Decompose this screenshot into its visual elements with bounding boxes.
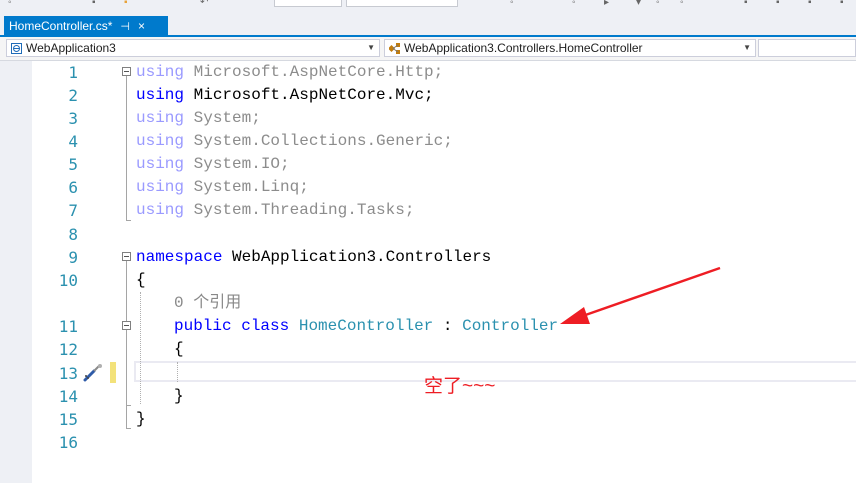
project-name: WebApplication3	[26, 41, 116, 55]
code-line: {	[174, 340, 184, 358]
line-number: 1	[68, 63, 78, 82]
member-dropdown[interactable]	[758, 39, 856, 57]
toolbar-icon[interactable]: ▪	[744, 0, 748, 8]
line-number: 7	[68, 201, 78, 220]
toolbar-icon[interactable]: ▪	[840, 0, 844, 8]
outline-end	[126, 428, 131, 429]
toolbar-dropdown[interactable]	[274, 0, 342, 7]
line-number: 6	[68, 178, 78, 197]
close-icon[interactable]: ×	[138, 19, 145, 33]
toolbar-icon[interactable]: ◦	[572, 0, 576, 8]
toolbar-icon[interactable]: ▾	[636, 0, 641, 8]
line-number: 13	[58, 364, 78, 383]
collapse-icon[interactable]	[122, 67, 131, 76]
line-number: 15	[58, 410, 78, 429]
toolbar-icon[interactable]: ▪	[124, 0, 128, 8]
line-number: 9	[68, 248, 78, 267]
line-number: 8	[68, 225, 78, 244]
toolbar-dropdown[interactable]	[346, 0, 458, 7]
code-line: using System.Threading.Tasks;	[136, 201, 415, 219]
line-number: 3	[68, 109, 78, 128]
toolbar-icon[interactable]: ▪	[776, 0, 780, 8]
class-icon	[387, 42, 400, 54]
toolbar-icon[interactable]: ▪	[92, 0, 96, 8]
indent-guide	[177, 362, 178, 382]
outline-end	[126, 220, 131, 221]
code-line: using Microsoft.AspNetCore.Http;	[136, 63, 444, 81]
toolbar-icon[interactable]: ▪	[808, 0, 812, 8]
line-number: 11	[58, 317, 78, 336]
annotation-text: 空了~~~	[424, 376, 496, 397]
line-number: 5	[68, 155, 78, 174]
class-name: WebApplication3.Controllers.HomeControll…	[404, 41, 643, 55]
code-line: public class HomeController : Controller	[174, 317, 559, 335]
toolbar-icon[interactable]: ▸	[604, 0, 609, 8]
toolbar-icon[interactable]: ◦	[680, 0, 684, 8]
outline-end	[126, 405, 131, 406]
top-toolbar: ◦ ▪ ▪ ↶ ◦ ◦ ▸ ▾ ◦ ◦ ▪ ▪ ▪ ▪	[0, 0, 856, 15]
line-number: 4	[68, 132, 78, 151]
line-number: 16	[58, 433, 78, 452]
code-line: using System;	[136, 109, 261, 127]
code-line: {	[136, 271, 146, 289]
code-line: using Microsoft.AspNetCore.Mvc;	[136, 86, 434, 104]
project-dropdown[interactable]: WebApplication3 ▼	[6, 39, 380, 57]
pin-icon[interactable]: ⊣	[120, 20, 130, 33]
toolbar-icon[interactable]: ◦	[656, 0, 660, 8]
references-codelens[interactable]: 0 个引用	[174, 292, 241, 315]
line-number: 10	[58, 271, 78, 290]
collapse-icon[interactable]	[122, 252, 131, 261]
editor-margin	[0, 61, 32, 483]
chevron-down-icon: ▼	[367, 43, 375, 52]
quick-action-screwdriver-icon[interactable]	[82, 363, 104, 383]
navigation-bar: WebApplication3 ▼ WebApplication3.Contro…	[0, 37, 856, 61]
toolbar-icon[interactable]: ◦	[510, 0, 514, 8]
indent-guide	[140, 292, 141, 404]
line-number: 14	[58, 387, 78, 406]
collapse-icon[interactable]	[122, 321, 131, 330]
code-line: }	[136, 410, 146, 428]
code-editor[interactable]: 1 2 3 4 5 6 7 8 9 10 11 12 13 14 15 16 u…	[0, 61, 856, 483]
tab-title: HomeController.cs*	[9, 19, 113, 33]
outline-line	[126, 330, 127, 405]
code-line: }	[174, 387, 184, 405]
class-dropdown[interactable]: WebApplication3.Controllers.HomeControll…	[384, 39, 756, 57]
toolbar-icon[interactable]: ↶	[200, 0, 208, 8]
line-number: 12	[58, 340, 78, 359]
code-line: using System.Linq;	[136, 178, 309, 196]
annotation-arrow-icon	[560, 266, 721, 324]
toolbar-icon[interactable]: ◦	[8, 0, 12, 8]
line-number: 2	[68, 86, 78, 105]
code-line: namespace WebApplication3.Controllers	[136, 248, 492, 266]
code-line: using System.IO;	[136, 155, 290, 173]
outline-line	[126, 76, 127, 220]
tab-homecontroller[interactable]: HomeController.cs* ⊣ ×	[4, 16, 168, 36]
document-tab-bar: HomeController.cs* ⊣ ×	[0, 14, 856, 36]
chevron-down-icon: ▼	[743, 43, 751, 52]
project-icon	[11, 42, 22, 54]
code-line: using System.Collections.Generic;	[136, 132, 453, 150]
unsaved-change-marker	[110, 362, 116, 383]
